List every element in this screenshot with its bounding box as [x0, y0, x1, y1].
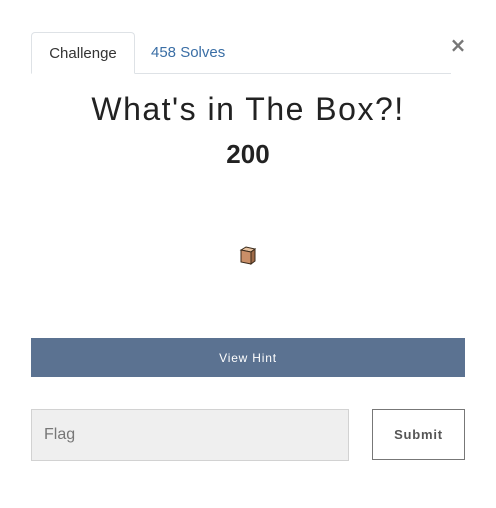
tab-challenge-label: Challenge [49, 45, 117, 62]
challenge-points: 200 [226, 139, 270, 169]
flag-input[interactable] [31, 409, 349, 461]
box-icon [239, 246, 257, 265]
challenge-title: What's in The Box?! [91, 91, 405, 127]
tab-solves[interactable]: 458 Solves [135, 32, 241, 74]
close-button[interactable]: × [448, 33, 468, 57]
close-icon: × [449, 33, 467, 57]
challenge-tabs: Challenge 458 Solves [31, 32, 451, 74]
tab-challenge[interactable]: Challenge [31, 32, 135, 74]
tab-solves-label: 458 Solves [151, 44, 226, 61]
view-hint-button[interactable]: View Hint [31, 338, 465, 377]
challenge-modal: × Challenge 458 Solves What's in The Box… [0, 0, 496, 508]
submit-button[interactable]: Submit [372, 409, 465, 460]
